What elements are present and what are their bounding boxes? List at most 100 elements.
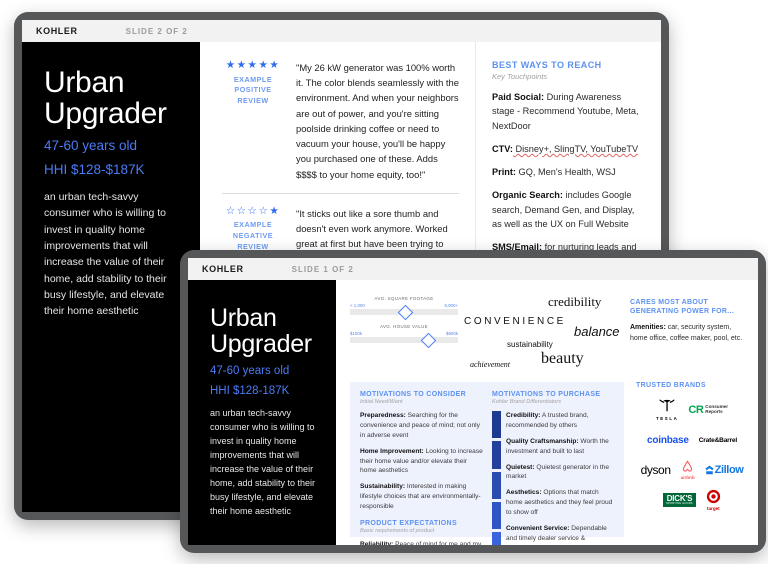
slider-min-label: $100k <box>350 331 362 336</box>
persona-title-line1: Urban <box>44 66 125 99</box>
expectation-label: Reliability: <box>360 541 394 545</box>
brand-logo-crate-barrel: Crate&Barrel <box>698 436 738 444</box>
slide-1-header: KOHLER SLIDE 1 OF 2 <box>188 258 758 280</box>
reach-item-ctv: CTV: Disney+, SlingTV, YouTubeTV <box>492 142 645 156</box>
motivations-to-consider-column: MOTIVATIONS TO CONSIDER Initial Need/Wan… <box>360 391 484 545</box>
motivation-label: Home Improvement: <box>360 447 424 455</box>
slide-1-device-frame[interactable]: KOHLER SLIDE 1 OF 2 Urban Upgrader 47-60… <box>180 250 766 553</box>
motivation-item-home-improvement: Home Improvement: Looking to increase th… <box>360 447 484 477</box>
brand-logo-dyson: dyson <box>640 463 671 477</box>
purchase-item-quality-craftsmanship: Quality Craftsmanship: Worth the investm… <box>506 437 616 457</box>
persona-title-line1: Urban <box>210 304 277 332</box>
purchase-driver-texts: Credibility: A trusted brand, recommende… <box>506 411 616 545</box>
cares-title: CARES MOST ABOUT GENERATING POWER FOR... <box>630 299 734 316</box>
cares-most-about-panel: CARES MOST ABOUT GENERATING POWER FOR...… <box>630 292 748 376</box>
persona-hero-panel-slide-1: Urban Upgrader 47-60 years old HHI $128-… <box>188 280 336 545</box>
slide-1-body: Urban Upgrader 47-60 years old HHI $128-… <box>188 280 758 545</box>
brand-logo-dick-s: DICK'S SPORTING GOODS <box>663 489 696 511</box>
purchase-driver-bar <box>492 411 501 439</box>
motivations-purchase-title: MOTIVATIONS TO PURCHASE <box>492 391 601 398</box>
word-cloud-term: achievement <box>470 360 510 369</box>
persona-hhi-slide-2: HHI $128-$187K <box>44 162 145 178</box>
slider-min-label: < 1,000 <box>350 303 365 308</box>
slider-square-footage[interactable]: AVG. SQUARE FOOTAGE < 1,000 6,000+ <box>350 296 458 320</box>
word-cloud-term: CONVENIENCE <box>464 316 566 327</box>
motivation-item-sustainability: Sustainability: Interested in making lif… <box>360 482 484 512</box>
slide-1-screen: KOHLER SLIDE 1 OF 2 Urban Upgrader 47-60… <box>188 258 758 545</box>
motivation-item-preparedness: Preparedness: Searching for the convenie… <box>360 411 484 441</box>
purchase-drivers-list: Credibility: A trusted brand, recommende… <box>492 411 616 545</box>
product-expectations-subtitle: Basic requirements of product <box>360 528 435 535</box>
slider-caption: AVG. SQUARE FOOTAGE <box>374 296 434 301</box>
slide-1-counter: SLIDE 1 OF 2 <box>291 264 354 274</box>
purchase-item-convenient-service: Convenient Service: Dependable and timel… <box>506 524 616 545</box>
slider-max-label: 6,000+ <box>444 303 458 308</box>
kohler-logo: KOHLER <box>202 264 244 274</box>
star-rating-icon: ★★★★★ <box>225 59 281 71</box>
trusted-brands-panel: TRUSTED BRANDS TESLA CR Consumer Reports coi… <box>630 382 748 537</box>
motivations-consider-title: MOTIVATIONS TO CONSIDER <box>360 391 467 398</box>
slide-1-top-strip: AVG. SQUARE FOOTAGE < 1,000 6,000+ AVG. … <box>336 280 758 382</box>
expectation-item-reliability: Reliability: Peace of mind for me and my… <box>360 540 484 545</box>
cares-body: Amenities: car, security system, home of… <box>630 323 748 345</box>
positive-review-meta: ★★★★★ EXAMPLE POSITIVE REVIEW <box>222 60 284 182</box>
slider-caption: AVG. HOUSE VALUE <box>380 324 428 329</box>
purchase-label: Quietest: <box>506 463 535 471</box>
reach-item-paid-social: Paid Social: During Awareness stage - Re… <box>492 90 645 133</box>
purchase-item-aesthetics: Aesthetics: Options that match home aest… <box>506 488 616 518</box>
reach-item-organic-search: Organic Search: includes Google search, … <box>492 188 645 231</box>
reach-item-label: Paid Social: <box>492 92 545 102</box>
reach-item-text: GQ, Men's Health, WSJ <box>516 167 616 177</box>
positive-review: ★★★★★ EXAMPLE POSITIVE REVIEW "My 26 kW … <box>222 60 459 182</box>
slider-track[interactable] <box>350 304 458 320</box>
brand-logo-airbnb: airbnb <box>681 459 695 481</box>
purchase-label: Convenient Service: <box>506 525 570 533</box>
reach-item-label: Print: <box>492 167 516 177</box>
persona-hhi-slide-1: HHI $128-187K <box>210 385 290 397</box>
persona-age-slide-1: 47-60 years old <box>210 365 290 377</box>
word-cloud-term: sustainability <box>507 340 553 349</box>
negative-review-label: EXAMPLE NEGATIVE REVIEW <box>232 220 274 251</box>
product-expectations-title: PRODUCT EXPECTATIONS <box>360 520 457 528</box>
persona-description-slide-2: an urban tech-savvy consumer who is will… <box>44 191 167 318</box>
purchase-driver-bars <box>492 411 501 545</box>
purchase-driver-bar <box>492 441 501 469</box>
slide-1-bottom-strip: MOTIVATIONS TO CONSIDER Initial Need/Wan… <box>336 382 758 545</box>
word-cloud-term: beauty <box>541 350 584 367</box>
trusted-brands-grid: TESLA CR Consumer Reports coinbase Crate&Barr… <box>636 399 748 511</box>
review-divider <box>222 192 459 194</box>
motivations-purchase-subtitle: Kohler Brand Differentiators <box>492 399 562 405</box>
persona-age-slide-2: 47-60 years old <box>44 138 138 154</box>
reach-item-label: CTV: <box>492 143 513 154</box>
motivations-to-purchase-column: MOTIVATIONS TO PURCHASE Kohler Brand Dif… <box>492 391 616 545</box>
brand-logo-target: target <box>706 489 721 511</box>
persona-title-slide-2: Urban Upgrader <box>44 66 180 130</box>
persona-title-line2: Upgrader <box>44 96 167 130</box>
slide-1-main: AVG. SQUARE FOOTAGE < 1,000 6,000+ AVG. … <box>336 280 758 545</box>
motivations-panel: MOTIVATIONS TO CONSIDER Initial Need/Wan… <box>350 382 624 545</box>
slider-track[interactable] <box>350 332 458 348</box>
reach-item-print: Print: GQ, Men's Health, WSJ <box>492 165 645 179</box>
slide-2-header: KOHLER SLIDE 2 OF 2 <box>22 20 661 42</box>
motivations-consider-subtitle: Initial Need/Want <box>360 399 403 405</box>
persona-title-line2: Upgrader <box>210 329 312 358</box>
slider-range-labels: $100k $500k <box>350 331 458 336</box>
demographic-sliders: AVG. SQUARE FOOTAGE < 1,000 6,000+ AVG. … <box>350 292 458 376</box>
positive-review-label: EXAMPLE POSITIVE REVIEW <box>233 74 273 106</box>
values-word-cloud: CONVENIENCE credibility sustainability bala… <box>464 292 624 376</box>
slider-house-value[interactable]: AVG. HOUSE VALUE $100k $500k <box>350 324 458 348</box>
persona-hero-panel-slide-2: Urban Upgrader 47-60 years old HHI $128-… <box>22 42 200 512</box>
star-rating-empty-icon: ☆☆☆☆★ <box>225 204 281 217</box>
word-cloud-term: credibility <box>548 294 602 309</box>
reach-item-label: Organic Search: <box>492 190 563 201</box>
brand-logo-coinbase: coinbase <box>646 434 689 446</box>
brand-logo-tesla: TESLA <box>656 399 678 421</box>
slide-stack: KOHLER SLIDE 2 OF 2 Urban Upgrader 47-60… <box>0 0 768 564</box>
slider-max-label: $500k <box>446 331 458 336</box>
purchase-item-credibility: Credibility: A trusted brand, recommende… <box>506 411 616 431</box>
persona-title-slide-1: Urban Upgrader <box>210 304 316 358</box>
word-cloud-term: balance <box>574 324 620 339</box>
purchase-driver-bar <box>492 502 501 530</box>
purchase-label: Aesthetics: <box>506 489 542 497</box>
trusted-brands-title: TRUSTED BRANDS <box>636 382 706 389</box>
